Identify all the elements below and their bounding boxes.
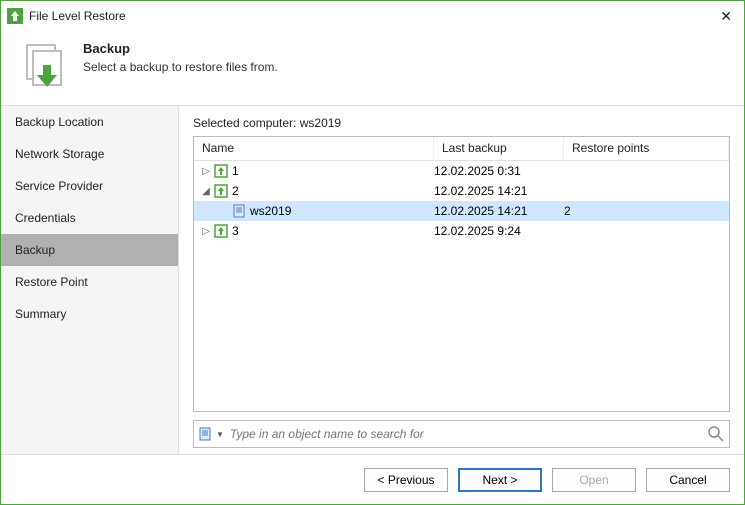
table-row[interactable]: ◢ 2 12.02.2025 14:21 <box>194 181 729 201</box>
sidebar-item-label: Backup <box>15 243 55 257</box>
wizard-sidebar: Backup Location Network Storage Service … <box>1 106 179 454</box>
job-icon <box>214 224 228 238</box>
filter-type-icon[interactable] <box>198 427 212 441</box>
previous-button[interactable]: < Previous <box>364 468 448 492</box>
sidebar-item-label: Network Storage <box>15 147 104 161</box>
sidebar-item-label: Summary <box>15 307 66 321</box>
row-last-backup: 12.02.2025 0:31 <box>434 164 564 178</box>
row-name: ws2019 <box>250 204 291 218</box>
table-body: ▷ 1 12.02.2025 0:31 ◢ 2 12.02.2025 14:21 <box>194 161 729 411</box>
next-button[interactable]: Next > <box>458 468 542 492</box>
chevron-down-icon[interactable]: ▼ <box>216 430 224 439</box>
expand-expanded-icon[interactable]: ◢ <box>200 186 212 197</box>
sidebar-item-backup-location[interactable]: Backup Location <box>1 106 178 138</box>
column-restore-points[interactable]: Restore points <box>564 137 729 160</box>
wizard-header: Backup Select a backup to restore files … <box>1 31 744 105</box>
row-last-backup: 12.02.2025 14:21 <box>434 204 564 218</box>
selected-computer-label: Selected computer: ws2019 <box>193 116 730 130</box>
sidebar-item-label: Service Provider <box>15 179 103 193</box>
sidebar-item-summary[interactable]: Summary <box>1 298 178 330</box>
table-header: Name Last backup Restore points <box>194 137 729 161</box>
row-name: 2 <box>232 184 239 198</box>
sidebar-item-service-provider[interactable]: Service Provider <box>1 170 178 202</box>
row-last-backup: 12.02.2025 14:21 <box>434 184 564 198</box>
restore-icon <box>21 41 69 89</box>
job-icon <box>214 164 228 178</box>
app-icon <box>7 8 23 24</box>
sidebar-item-label: Credentials <box>15 211 76 225</box>
page-title: Backup <box>83 41 278 56</box>
table-row[interactable]: ▷ 3 12.02.2025 9:24 <box>194 221 729 241</box>
search-bar: ▼ <box>193 420 730 448</box>
computer-icon <box>232 204 246 218</box>
column-name[interactable]: Name <box>194 137 434 160</box>
table-row[interactable]: ws2019 12.02.2025 14:21 2 <box>194 201 729 221</box>
backup-tree-table: Name Last backup Restore points ▷ 1 12.0… <box>193 136 730 412</box>
sidebar-item-label: Restore Point <box>15 275 88 289</box>
search-input[interactable] <box>230 427 707 441</box>
column-last-backup[interactable]: Last backup <box>434 137 564 160</box>
wizard-footer: < Previous Next > Open Cancel <box>1 454 744 504</box>
row-name: 3 <box>232 224 239 238</box>
sidebar-item-restore-point[interactable]: Restore Point <box>1 266 178 298</box>
expand-collapsed-icon[interactable]: ▷ <box>200 226 212 237</box>
expand-collapsed-icon[interactable]: ▷ <box>200 166 212 177</box>
row-last-backup: 12.02.2025 9:24 <box>434 224 564 238</box>
close-icon[interactable]: ✕ <box>714 6 738 27</box>
job-icon <box>214 184 228 198</box>
titlebar: File Level Restore ✕ <box>1 1 744 31</box>
search-icon[interactable] <box>707 425 725 443</box>
table-row[interactable]: ▷ 1 12.02.2025 0:31 <box>194 161 729 181</box>
main-panel: Selected computer: ws2019 Name Last back… <box>179 106 744 454</box>
sidebar-item-network-storage[interactable]: Network Storage <box>1 138 178 170</box>
row-name: 1 <box>232 164 239 178</box>
sidebar-item-credentials[interactable]: Credentials <box>1 202 178 234</box>
sidebar-item-backup[interactable]: Backup <box>1 234 178 266</box>
page-subtitle: Select a backup to restore files from. <box>83 60 278 74</box>
cancel-button[interactable]: Cancel <box>646 468 730 492</box>
sidebar-item-label: Backup Location <box>15 115 104 129</box>
window-title: File Level Restore <box>29 9 714 23</box>
row-restore-points: 2 <box>564 204 729 218</box>
open-button: Open <box>552 468 636 492</box>
